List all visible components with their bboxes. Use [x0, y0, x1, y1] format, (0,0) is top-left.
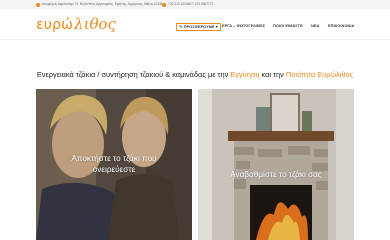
page-headline: Ενεργειακά τζάκια / συντήρηση τζακιού & … — [0, 70, 390, 79]
phone-block[interactable]: +30 210 1234567, 123 4567777 — [162, 2, 213, 7]
promo-card-new-fireplace[interactable]: Αποκτήστε το τζάκι που ονειρεύεστε — [36, 89, 192, 240]
card-caption-line: ονειρεύεστε — [92, 165, 136, 174]
phone-icon — [162, 2, 166, 7]
headline-highlight: Εγγύηση — [230, 70, 260, 79]
promo-card-upgrade-fireplace[interactable]: Αναβαθμίστε το τζάκι σας — [198, 89, 354, 240]
phone-text[interactable]: +30 210 1234567, 123 4567777 — [168, 2, 213, 7]
card-caption-line: Αποκτήστε το τζάκι που — [71, 154, 157, 163]
top-info-bar: Λεωφόρος Ακρόπολης 74, Βυζαντινός Αρμπορ… — [0, 0, 390, 9]
card-caption: Αναβαθμίστε το τζάκι σας — [198, 169, 354, 180]
address-block: Λεωφόρος Ακρόπολης 74, Βυζαντινός Αρμπορ… — [36, 2, 162, 7]
address-text: Λεωφόρος Ακρόπολης 74, Βυζαντινός Αρμπορ… — [42, 2, 163, 6]
headline-part: Ενεργειακά τζάκια / συντήρηση τζακιού & … — [36, 70, 231, 79]
nav-item-news[interactable]: ΝΕΑ — [311, 22, 319, 30]
card-caption-line: Αναβαθμίστε το τζάκι σας — [230, 170, 322, 179]
nav-item-about[interactable]: ΠΟΙΟΙ ΕΙΜΑΣΤΕ — [273, 22, 303, 30]
nav-item-services[interactable]: ΤΙ ΠΡΟΣΦΕΡΟΥΜΕ ▾ — [176, 23, 221, 31]
site-header: ευρώ λιθος ΤΙ ΠΡΟΣΦΕΡΟΥΜΕ ▾ ΕΡΓΑ – ΦΩΤΟΓ… — [0, 9, 390, 40]
location-icon — [36, 2, 40, 7]
headline-highlight: Ποιότητα — [285, 70, 316, 79]
card-caption: Αποκτήστε το τζάκι που ονειρεύεστε — [36, 153, 192, 175]
main-nav: ΤΙ ΠΡΟΣΦΕΡΟΥΜΕ ▾ ΕΡΓΑ – ΦΩΤΟΓΡΑΦΙΕΣ ΠΟΙΟ… — [0, 22, 390, 31]
nav-item-contact[interactable]: ΕΠΙΚΟΙΝΩΝΙΑ — [328, 22, 354, 30]
fireplace-photo — [198, 89, 354, 240]
nav-item-projects[interactable]: ΕΡΓΑ – ΦΩΤΟΓΡΑΦΙΕΣ — [222, 22, 265, 30]
headline-part: και την — [259, 70, 286, 79]
headline-highlight: Ευρώλιθος — [317, 70, 354, 79]
